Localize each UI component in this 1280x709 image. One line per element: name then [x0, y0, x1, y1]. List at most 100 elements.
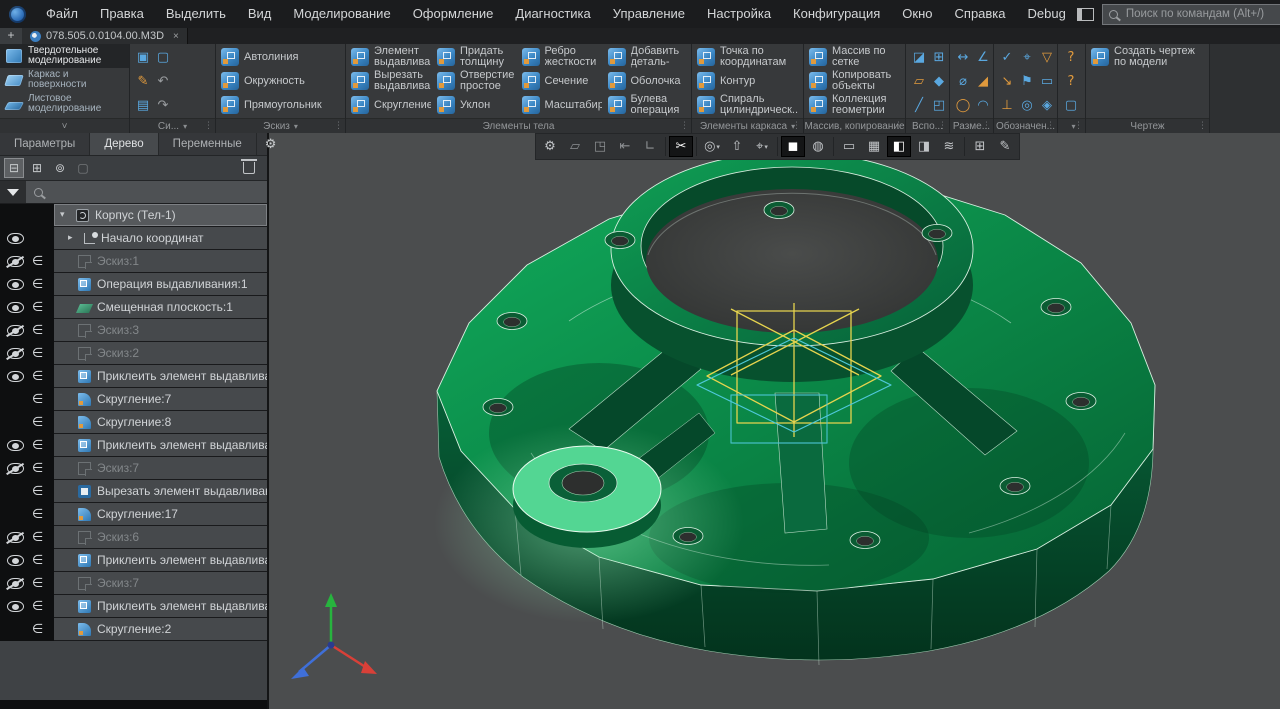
construction-plane-icon[interactable]: ◪ [909, 47, 929, 67]
new-tab-button[interactable]: + [0, 28, 22, 44]
tree-row[interactable]: ∈Приклеить элемент выдавливания [0, 595, 267, 618]
menu-item-5[interactable]: Оформление [402, 0, 505, 28]
sketch-plane-icon[interactable]: ▱ [563, 136, 587, 157]
tree-row[interactable]: ∈Скругление:7 [0, 388, 267, 411]
orientation-icon[interactable]: ⇧ [725, 136, 749, 157]
tree-item-16[interactable]: Эскиз:7 [54, 572, 267, 595]
panel-tab-tree[interactable]: Дерево [90, 133, 158, 155]
panel-tab-variables[interactable]: Переменные [159, 133, 257, 155]
surface-finish-icon[interactable]: ▽ [1037, 47, 1057, 67]
group-handle-icon[interactable]: ⋮ [792, 121, 801, 131]
tree-item-7[interactable]: Приклеить элемент выдавливания [54, 365, 267, 388]
tree-row[interactable]: ∈Смещенная плоскость:1 [0, 296, 267, 319]
visibility-eye-icon[interactable] [7, 348, 24, 359]
group-collapse-icon[interactable]: ▾ [294, 122, 298, 131]
print-icon[interactable]: ▤ [133, 95, 153, 115]
menu-item-2[interactable]: Выделить [155, 0, 237, 28]
mode-sheet-metal[interactable]: Листовое моделирование [0, 92, 129, 116]
normal-to-icon[interactable]: ∟ [638, 136, 662, 157]
redo-icon[interactable]: ↷ [153, 95, 173, 115]
tree-item-18[interactable]: Скругление:2 [54, 618, 267, 641]
group-handle-icon[interactable]: ⋮ [1198, 121, 1207, 131]
shell-button[interactable]: Оболочка [605, 69, 690, 93]
help-query-icon[interactable]: ? [1061, 47, 1081, 67]
tree-item-4[interactable]: Смещенная плоскость:1 [54, 296, 267, 319]
tree-item-9[interactable]: Скругление:8 [54, 411, 267, 434]
wireframe-display-icon[interactable]: ◍ [806, 136, 830, 157]
tree-row[interactable]: ▾Корпус (Тел-1) [0, 204, 267, 227]
tree-item-0[interactable]: ▾Корпус (Тел-1) [54, 204, 267, 227]
datum-icon[interactable]: ⊥ [997, 95, 1017, 115]
tree-relations-icon[interactable]: ⊚ [50, 158, 70, 178]
coordinate-systems-icon[interactable]: ⌖▾ [750, 136, 774, 157]
clip-region-icon[interactable]: ▦ [862, 136, 886, 157]
save-as-icon[interactable]: ✎ [133, 71, 153, 91]
group-collapse-icon[interactable]: ▾ [183, 122, 187, 131]
tree-search-input[interactable] [49, 185, 259, 199]
visibility-eye-icon[interactable] [7, 325, 24, 336]
document-tab[interactable]: 078.505.0.0104.00.M3D × [22, 28, 188, 44]
tree-item-8[interactable]: Скругление:7 [54, 388, 267, 411]
report-icon[interactable]: ▢ [1061, 95, 1081, 115]
position-icon[interactable]: ◎ [1017, 95, 1037, 115]
angular-dimension-icon[interactable]: ∠ [973, 47, 993, 67]
visibility-eye-icon[interactable] [7, 578, 24, 589]
create-drawing-from-model-button[interactable]: Создать чертеж по модели [1088, 45, 1207, 69]
visibility-eye-icon[interactable] [7, 532, 24, 543]
mode-solid-modeling[interactable]: Твердотельное моделирование [0, 44, 129, 68]
arc-dimension-icon[interactable]: ◠ [973, 95, 993, 115]
new-document-icon[interactable]: ▢ [153, 47, 173, 67]
trim-mode-icon[interactable]: ✂ [669, 136, 693, 157]
dropdown-arrow-icon[interactable]: ▾ [764, 143, 768, 151]
boolean-button[interactable]: Булева операция [605, 93, 690, 117]
viewport-3d[interactable]: ⚙▱◳⇤∟✂◎▾⇧⌖▾◼◍▭▦◧◨≋⊞✎ [269, 133, 1280, 709]
menu-item-7[interactable]: Управление [602, 0, 696, 28]
tree-item-11[interactable]: Эскиз:7 [54, 457, 267, 480]
expand-arrow-icon[interactable]: ▸ [68, 233, 78, 243]
tree-item-14[interactable]: Эскиз:6 [54, 526, 267, 549]
section-view-icon[interactable]: ◧ [887, 136, 911, 157]
fillet-button[interactable]: Скругление [348, 93, 434, 117]
group-handle-icon[interactable]: ⋮ [334, 121, 343, 131]
visibility-eye-icon[interactable] [7, 302, 24, 313]
tree-row[interactable]: ∈Приклеить элемент выдавливания [0, 365, 267, 388]
construction-axis-icon[interactable]: ╱ [909, 95, 929, 115]
menu-item-8[interactable]: Настройка [696, 0, 782, 28]
app-logo-icon[interactable] [9, 6, 26, 23]
chamfer-dimension-icon[interactable]: ◢ [973, 71, 993, 91]
tree-row[interactable]: ∈Приклеить элемент выдавливания [0, 434, 267, 457]
menu-item-6[interactable]: Диагностика [504, 0, 601, 28]
menu-item-12[interactable]: Debug [1017, 0, 1077, 28]
cut-extrude-button[interactable]: Вырезать выдавливанием [348, 69, 434, 93]
section-button[interactable]: Сечение [519, 69, 605, 93]
shaded-display-icon[interactable]: ◼ [781, 136, 805, 157]
delete-icon[interactable] [243, 162, 255, 174]
draft-button[interactable]: Уклон [434, 93, 519, 117]
grid-display-icon[interactable]: ⊞ [968, 136, 992, 157]
construction-surface-icon[interactable]: ▱ [909, 71, 929, 91]
construction-point-icon[interactable]: ◆ [929, 71, 949, 91]
marking-icon[interactable]: ⚑ [1017, 71, 1037, 91]
geometry-collection-button[interactable]: Коллекция геометрии [806, 93, 903, 117]
tree-view-mode-icon[interactable]: ⊟ [4, 158, 24, 178]
expand-arrow-icon[interactable]: ▾ [60, 210, 70, 220]
ghost-display-icon[interactable]: ◨ [912, 136, 936, 157]
tree-row[interactable]: ∈Скругление:2 [0, 618, 267, 641]
measure-query-icon[interactable]: ? [1061, 71, 1081, 91]
weld-icon[interactable]: ◈ [1037, 95, 1057, 115]
command-search-input[interactable] [1124, 7, 1280, 21]
tree-item-3[interactable]: Операция выдавливания:1 [54, 273, 267, 296]
tree-structure-icon[interactable]: ⊞ [27, 158, 47, 178]
tree-item-17[interactable]: Приклеить элемент выдавливания [54, 595, 267, 618]
window-layout-icon[interactable] [1077, 8, 1094, 21]
tree-item-5[interactable]: Эскиз:3 [54, 319, 267, 342]
model-housing[interactable] [434, 177, 1155, 665]
modes-collapse[interactable]: ˅ [0, 118, 129, 133]
visibility-eye-icon[interactable] [7, 256, 24, 267]
diameter-dimension-icon[interactable]: ⌀ [953, 71, 973, 91]
dropdown-arrow-icon[interactable]: ▾ [716, 143, 720, 151]
local-cs-icon[interactable]: ⊞ [929, 47, 949, 67]
zoom-icon[interactable]: ◎▾ [700, 136, 724, 157]
undo-icon[interactable]: ↶ [153, 71, 173, 91]
tree-row[interactable]: ∈Эскиз:1 [0, 250, 267, 273]
